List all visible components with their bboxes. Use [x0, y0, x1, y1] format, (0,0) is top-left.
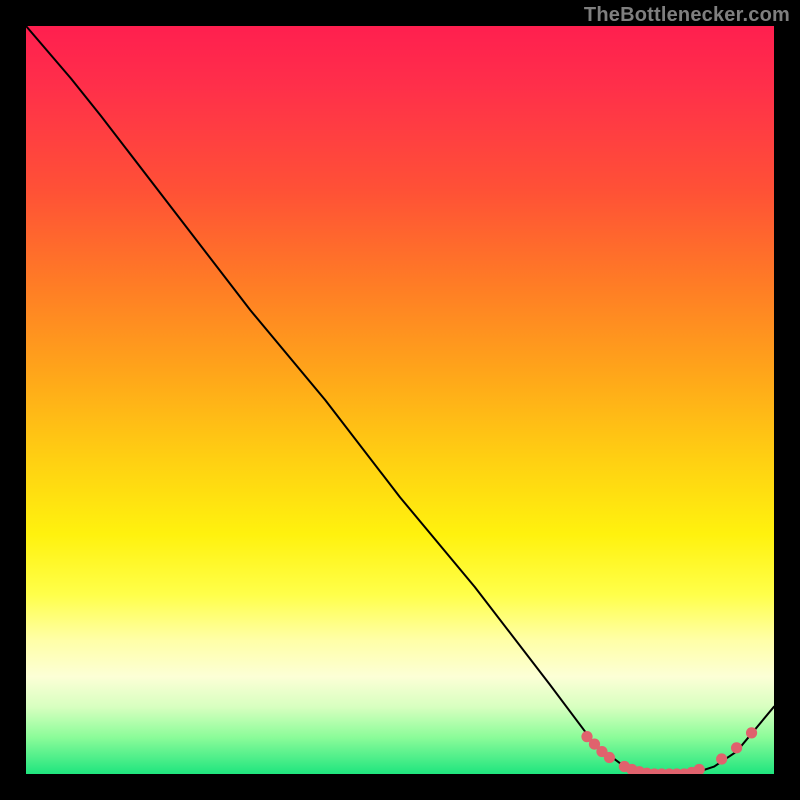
curve-marker	[604, 752, 615, 763]
curve-marker	[694, 764, 705, 774]
plot-area	[26, 26, 774, 774]
curve-marker	[731, 742, 742, 753]
curve-marker	[716, 753, 727, 764]
chart-frame: TheBottlenecker.com	[0, 0, 800, 800]
chart-svg	[26, 26, 774, 774]
curve-marker	[746, 727, 757, 738]
bottleneck-curve	[26, 26, 774, 774]
curve-markers	[581, 727, 757, 774]
attribution-label: TheBottlenecker.com	[584, 4, 790, 27]
